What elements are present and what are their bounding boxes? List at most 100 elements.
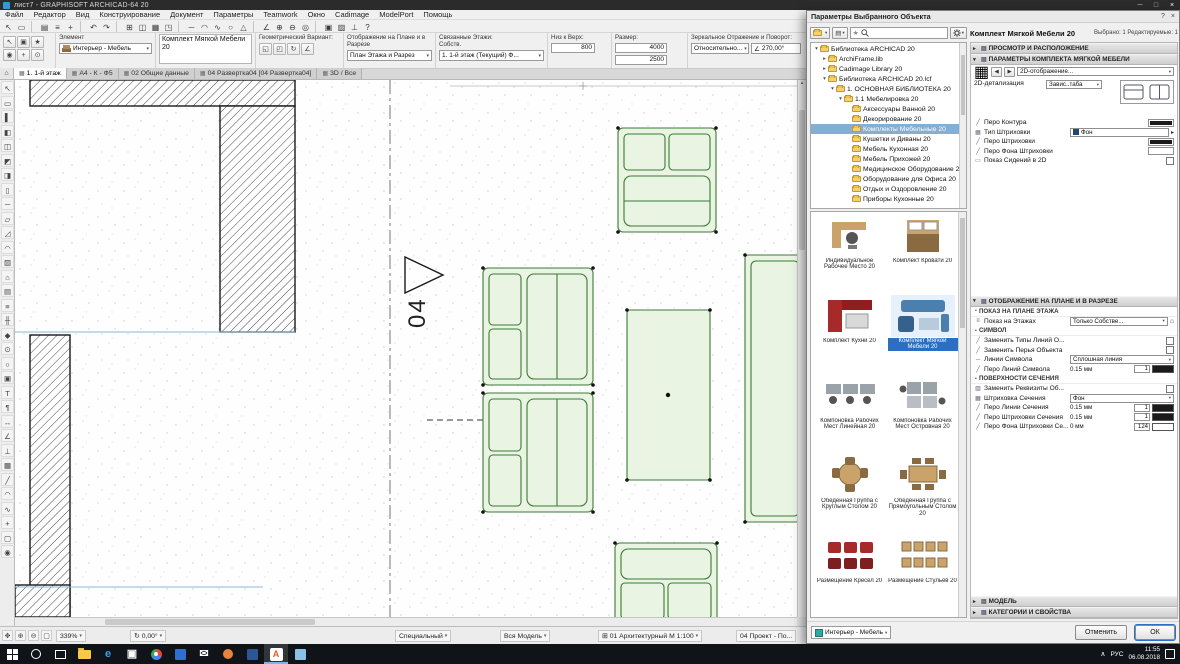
zoom-in-icon[interactable]: ⊕ xyxy=(273,21,286,32)
value-text[interactable]: 0.15 мм xyxy=(1070,414,1092,421)
tab[interactable]: ▦ А4 - К - Ф5 xyxy=(66,68,119,79)
rotate-icon[interactable]: ↻ xyxy=(287,43,300,56)
tree-item[interactable]: Медицинское Оборудование 20 xyxy=(811,164,966,174)
word-app-button[interactable] xyxy=(240,644,264,664)
select-tool-icon[interactable]: ↖ xyxy=(2,21,15,32)
favorites-star-icon[interactable]: ★ xyxy=(853,29,859,37)
circle-tool-icon[interactable]: ○ xyxy=(224,21,237,32)
mesh-tool-icon[interactable]: ▨ xyxy=(1,255,14,268)
view-icon[interactable]: ◳ xyxy=(162,21,175,32)
arc-tool-icon[interactable]: ◠ xyxy=(198,21,211,32)
rotate-variant-2-icon[interactable]: ◰ xyxy=(273,43,286,56)
menu-item[interactable]: Параметры xyxy=(208,10,258,20)
edge-browser-button[interactable]: e xyxy=(96,644,120,664)
expander-icon[interactable]: ▸ xyxy=(821,56,828,62)
section-header[interactable]: ▾ ▤ ОТОБРАЖЕНИЕ НА ПЛАНЕ И В РАЗРЕЗЕ xyxy=(971,295,1177,307)
pen-color-button[interactable] xyxy=(1148,137,1174,146)
vertical-scrollbar[interactable]: ▴ xyxy=(797,80,806,617)
door-tool-icon[interactable]: ◧ xyxy=(1,124,14,138)
menu-item[interactable]: Вид xyxy=(71,10,95,20)
section-header[interactable]: ▸ ▤ МОДЕЛЬ xyxy=(971,596,1177,607)
checkbox[interactable] xyxy=(1166,346,1174,355)
tree-item[interactable]: ▾ 1.1 Мебелировка 20 xyxy=(811,94,966,104)
expander-icon[interactable]: ▾ xyxy=(829,86,836,92)
submenu-arrow-icon[interactable]: ▸ xyxy=(1171,129,1174,136)
pen-set-dropdown[interactable]: Специальный ▾ xyxy=(395,630,452,642)
hotspot-tool-icon[interactable]: + xyxy=(1,516,14,529)
equipment-tool-icon[interactable]: ▣ xyxy=(1,371,14,384)
figure-tool-icon[interactable]: ▢ xyxy=(1,530,14,544)
dialog-close-button[interactable]: × xyxy=(1171,13,1175,20)
menu-item[interactable]: Конструирование xyxy=(94,10,165,20)
model-filter-dropdown[interactable]: Вся Модель ▾ xyxy=(500,630,551,642)
layer-dropdown[interactable]: Интерьер - Мебель ▾ xyxy=(59,43,152,55)
angle-variant-icon[interactable]: ∠ xyxy=(301,43,314,56)
horizontal-scrollbar[interactable] xyxy=(15,617,797,626)
photos-app-button[interactable] xyxy=(168,644,192,664)
zoom-out-icon[interactable]: ⊖ xyxy=(286,21,299,32)
fill-display-icon[interactable]: ▦ xyxy=(149,21,162,32)
menu-item[interactable]: Помощь xyxy=(418,10,457,20)
tree-item[interactable]: ▾ Библиотека ARCHICAD 20.lcf xyxy=(811,74,966,84)
value-dropdown[interactable]: Только Собстве... ▾ xyxy=(1070,316,1168,326)
value-dropdown[interactable]: Сплошная линия ▾ xyxy=(1070,355,1174,365)
tree-scrollbar[interactable] xyxy=(959,43,966,208)
pen-number-field[interactable]: 1 xyxy=(1134,413,1150,422)
previous-page-button[interactable]: ◀ xyxy=(991,66,1003,77)
open-icon[interactable]: ▤ xyxy=(38,21,51,32)
expander-icon[interactable]: ▾ xyxy=(821,76,828,82)
menu-item[interactable]: Окно xyxy=(303,10,330,20)
minimize-button[interactable]: ─ xyxy=(1132,2,1148,9)
task-view-button[interactable] xyxy=(48,644,72,664)
chrome-browser-button[interactable] xyxy=(144,644,168,664)
tab[interactable]: ▦ 1. 1-й этаж xyxy=(14,68,67,79)
text-tool-icon[interactable]: Т xyxy=(1,385,14,399)
redo-icon[interactable]: ↷ xyxy=(100,21,113,32)
ok-button[interactable]: ОК xyxy=(1134,624,1176,641)
spline-tool-icon[interactable]: ∿ xyxy=(1,501,14,515)
object-thumbnail[interactable]: Размещение Кресел 20 xyxy=(813,534,886,614)
polygon-tool-icon[interactable]: △ xyxy=(237,21,250,32)
wall-tool-icon[interactable]: ▌ xyxy=(1,110,14,123)
add-icon[interactable]: + xyxy=(64,21,77,32)
start-button[interactable] xyxy=(0,644,24,664)
rotate-variant-1-icon[interactable]: ◱ xyxy=(259,43,272,56)
tree-item[interactable]: Декорирование 20 xyxy=(811,114,966,124)
window-tool-icon[interactable]: ◫ xyxy=(1,139,14,152)
favorites-icon[interactable]: ★ xyxy=(31,36,44,48)
detail-level-dropdown[interactable]: Завис..таба ▾ xyxy=(1046,80,1102,89)
next-page-button[interactable]: ▶ xyxy=(1004,66,1016,77)
level-dimension-tool-icon[interactable]: ⊥ xyxy=(1,443,14,457)
pan-icon[interactable]: ✥ xyxy=(2,630,13,641)
scale-dropdown[interactable]: ⊞ 01 Архитектурный М 1:100 ▾ xyxy=(598,630,703,642)
section-header[interactable]: ▸ ▤ КАТЕГОРИИ И СВОЙСТВА xyxy=(971,607,1177,618)
settings-menu-button[interactable]: ▾ xyxy=(949,27,967,39)
menu-item[interactable]: ModelPort xyxy=(374,10,418,20)
orientation-dropdown[interactable]: ↻ 0,00° ▾ xyxy=(130,630,167,642)
section-header[interactable]: ▸ ▤ ПРОСМОТР И РАСПОЛОЖЕНИЕ xyxy=(971,43,1177,54)
value-dropdown[interactable]: Фон ▾ xyxy=(1070,393,1174,403)
size-height-input[interactable]: 2500 xyxy=(615,55,667,66)
color-swatch[interactable] xyxy=(1152,365,1174,374)
menu-item[interactable]: Редактор xyxy=(28,10,70,20)
dialog-layer-dropdown[interactable]: Интерьер - Мебель ▾ xyxy=(811,626,892,639)
menu-item[interactable]: Файл xyxy=(0,10,28,20)
menu-item[interactable]: Teamwork xyxy=(258,10,302,20)
archicad-button[interactable]: A xyxy=(264,644,288,664)
arrow-settings-icon[interactable]: ↖ xyxy=(3,36,16,48)
undo-icon[interactable]: ↶ xyxy=(87,21,100,32)
object-thumbnail[interactable]: Компоновка Рабочих Мест Островная 20 xyxy=(886,374,959,454)
help-icon[interactable]: ? xyxy=(361,21,374,32)
arc-tool-icon[interactable]: ◠ xyxy=(1,487,14,500)
tab[interactable]: ▦ 3D / Все xyxy=(317,68,363,79)
color-swatch[interactable] xyxy=(1152,422,1174,431)
thumbnails-scrollbar[interactable] xyxy=(958,212,966,617)
tree-item[interactable]: Комплекты Мебельные 20 xyxy=(811,124,966,134)
store-button[interactable]: ▣ xyxy=(120,644,144,664)
skylight-tool-icon[interactable]: ◨ xyxy=(1,168,14,181)
angle-icon[interactable]: ∠ xyxy=(260,21,273,32)
color-swatch[interactable] xyxy=(1152,403,1174,412)
railing-tool-icon[interactable]: ╫ xyxy=(1,313,14,326)
pin-icon[interactable]: ⊙ xyxy=(31,49,44,61)
tree-item[interactable]: Мебель Кухонная 20 xyxy=(811,144,966,154)
